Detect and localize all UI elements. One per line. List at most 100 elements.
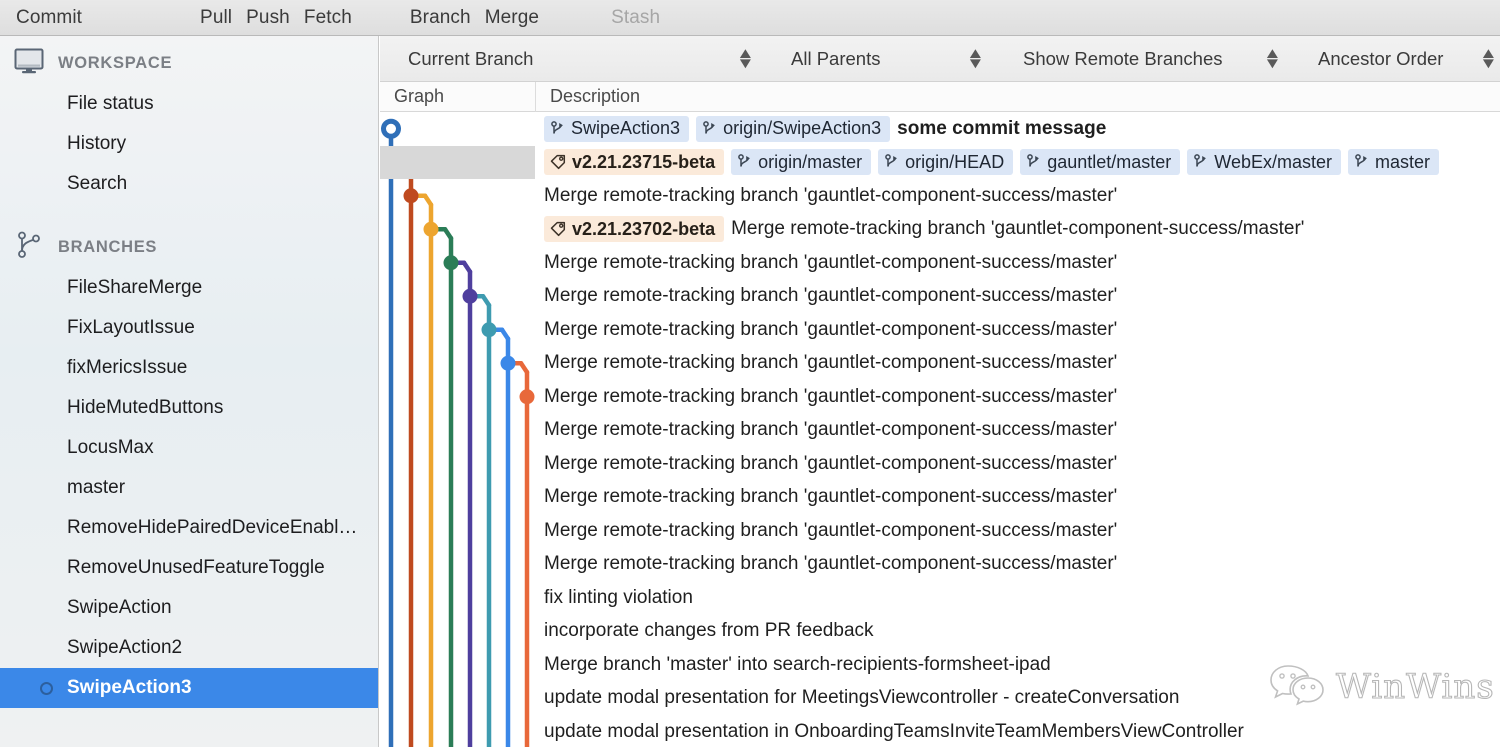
filter-show-remote-branches[interactable]: Show Remote Branches ▲ ▼ xyxy=(987,36,1284,82)
commit-message: Merge remote-tracking branch 'gauntlet-c… xyxy=(544,285,1118,307)
toolbar-fetch[interactable]: Fetch xyxy=(304,7,352,29)
commit-graph-cell xyxy=(380,615,535,649)
commit-graph-cell xyxy=(380,447,535,481)
commit-description-cell: Merge remote-tracking branch 'gauntlet-c… xyxy=(535,514,1500,548)
commit-description-cell: fix linting violation xyxy=(535,581,1500,615)
chevron-updown-icon[interactable]: ▲ ▼ xyxy=(1263,46,1282,71)
commit-message: update modal presentation in OnboardingT… xyxy=(544,720,1244,742)
toolbar-merge[interactable]: Merge xyxy=(485,7,539,29)
chevron-updown-icon[interactable]: ▲ ▼ xyxy=(736,46,755,71)
sidebar-item-remove-hide-paired-device-enable[interactable]: RemoveHidePairedDeviceEnabl… xyxy=(0,508,378,548)
commit-row[interactable]: Merge remote-tracking branch 'gauntlet-c… xyxy=(380,414,1500,448)
sidebar-item-master[interactable]: master xyxy=(0,468,378,508)
commit-graph-cell xyxy=(380,313,535,347)
branch-chip[interactable]: origin/SwipeAction3 xyxy=(696,115,891,142)
commit-row[interactable]: Merge remote-tracking branch 'gauntlet-c… xyxy=(380,313,1500,347)
chevron-updown-icon[interactable]: ▲ ▼ xyxy=(966,46,985,71)
commit-list[interactable]: SwipeAction3 origin/SwipeAction3 some comm… xyxy=(380,112,1500,747)
commit-message: Merge remote-tracking branch 'gauntlet-c… xyxy=(544,553,1118,575)
commit-graph-cell xyxy=(380,581,535,615)
commit-message: Merge remote-tracking branch 'gauntlet-c… xyxy=(544,385,1118,407)
column-header-description[interactable]: Description xyxy=(535,81,1500,112)
commit-row[interactable]: Merge remote-tracking branch 'gauntlet-c… xyxy=(380,280,1500,314)
commit-graph-cell xyxy=(380,246,535,280)
commit-description-cell: Merge remote-tracking branch 'gauntlet-c… xyxy=(535,280,1500,314)
filter-label: All Parents xyxy=(791,47,881,69)
tag-chip[interactable]: v2.21.23702-beta xyxy=(544,216,725,243)
sidebar-item-swipe-action[interactable]: SwipeAction xyxy=(0,588,378,628)
sidebar-item-history[interactable]: History xyxy=(0,124,378,164)
current-branch-dot-icon xyxy=(40,681,53,695)
commit-row[interactable]: Merge remote-tracking branch 'gauntlet-c… xyxy=(380,347,1500,381)
toolbar-push[interactable]: Push xyxy=(246,7,290,29)
commit-row[interactable]: Merge remote-tracking branch 'gauntlet-c… xyxy=(380,380,1500,414)
commit-description-cell: Merge remote-tracking branch 'gauntlet-c… xyxy=(535,481,1500,515)
branch-icon xyxy=(737,154,752,170)
chip-label: gauntlet/master xyxy=(1047,151,1172,172)
branch-icon xyxy=(1193,154,1208,170)
sidebar-item-fix-merics-issue[interactable]: fixMericsIssue xyxy=(0,348,378,388)
commit-description-cell: Merge remote-tracking branch 'gauntlet-c… xyxy=(535,246,1500,280)
filter-current-branch[interactable]: Current Branch ▲ ▼ xyxy=(380,36,757,82)
sidebar-item-fileshare-merge[interactable]: FileShareMerge xyxy=(0,268,378,308)
commit-description-cell: Merge branch 'master' into search-recipi… xyxy=(535,648,1500,682)
branch-chip[interactable]: SwipeAction3 xyxy=(544,115,690,142)
commit-row[interactable]: fix linting violation xyxy=(380,581,1500,615)
sidebar-item-swipe-action2[interactable]: SwipeAction2 xyxy=(0,628,378,668)
chevron-updown-icon[interactable]: ▲ ▼ xyxy=(1479,46,1498,71)
commit-row[interactable]: v2.21.23702-beta Merge remote-tracking br… xyxy=(380,213,1500,247)
sidebar-item-fix-layout-issue[interactable]: FixLayoutIssue xyxy=(0,308,378,348)
commit-message: Merge remote-tracking branch 'gauntlet-c… xyxy=(731,218,1305,240)
commit-row[interactable]: Merge remote-tracking branch 'gauntlet-c… xyxy=(380,447,1500,481)
branch-chip[interactable]: gauntlet/master xyxy=(1020,149,1181,176)
commit-message: Merge remote-tracking branch 'gauntlet-c… xyxy=(544,519,1118,541)
tag-chip[interactable]: v2.21.23715-beta xyxy=(544,149,725,176)
commit-graph-cell xyxy=(380,414,535,448)
commit-row[interactable]: incorporate changes from PR feedback xyxy=(380,615,1500,649)
commit-message: fix linting violation xyxy=(544,586,693,608)
commit-row[interactable]: Merge remote-tracking branch 'gauntlet-c… xyxy=(380,246,1500,280)
commit-row[interactable]: update modal presentation in OnboardingT… xyxy=(380,715,1500,747)
sidebar-item-hide-muted-buttons[interactable]: HideMutedButtons xyxy=(0,388,378,428)
commit-row[interactable]: Merge remote-tracking branch 'gauntlet-c… xyxy=(380,481,1500,515)
commit-row[interactable]: Merge branch 'master' into search-recipi… xyxy=(380,648,1500,682)
branch-chip[interactable]: origin/master xyxy=(731,149,872,176)
commit-row[interactable]: update modal presentation for MeetingsVi… xyxy=(380,682,1500,716)
commit-row[interactable]: Merge remote-tracking branch 'gauntlet-c… xyxy=(380,514,1500,548)
sidebar-item-file-status[interactable]: File status xyxy=(0,84,378,124)
sidebar-item-locus-max[interactable]: LocusMax xyxy=(0,428,378,468)
branch-icon xyxy=(550,120,565,137)
commit-row[interactable]: Merge remote-tracking branch 'gauntlet-c… xyxy=(380,548,1500,582)
commit-message: Merge remote-tracking branch 'gauntlet-c… xyxy=(544,486,1118,508)
commit-message: Merge remote-tracking branch 'gauntlet-c… xyxy=(544,184,1118,206)
history-pane: Current Branch ▲ ▼ All Parents ▲ ▼ Show Re… xyxy=(380,36,1500,747)
column-header-graph[interactable]: Graph xyxy=(380,82,535,112)
sidebar-item-remove-unused-feature-toggle[interactable]: RemoveUnusedFeatureToggle xyxy=(0,548,378,588)
filter-ancestor-order[interactable]: Ancestor Order ▲ ▼ xyxy=(1284,36,1500,82)
filter-label: Ancestor Order xyxy=(1318,47,1444,69)
chip-label: SwipeAction3 xyxy=(571,118,681,139)
commit-row[interactable]: v2.21.23715-beta origin/master origin/HEAD… xyxy=(380,145,1500,180)
sidebar: WORKSPACE File status History Search BRA… xyxy=(0,36,379,747)
column-header-row: Graph Description xyxy=(380,81,1500,112)
tag-icon xyxy=(550,154,566,170)
sidebar-item-swipe-action3[interactable]: SwipeAction3 xyxy=(0,668,378,708)
main-toolbar: Commit Pull Push Fetch Branch Merge Stas… xyxy=(0,0,1500,36)
commit-message: Merge remote-tracking branch 'gauntlet-c… xyxy=(544,452,1118,474)
toolbar-pull[interactable]: Pull xyxy=(200,7,232,29)
branch-chip[interactable]: origin/HEAD xyxy=(878,149,1014,176)
commit-message: Merge branch 'master' into search-recipi… xyxy=(544,653,1051,675)
branch-chip[interactable]: WebEx/master xyxy=(1187,149,1341,176)
commit-description-cell: Merge remote-tracking branch 'gauntlet-c… xyxy=(535,447,1500,481)
sidebar-item-search[interactable]: Search xyxy=(0,164,378,204)
filter-all-parents[interactable]: All Parents ▲ ▼ xyxy=(757,36,987,82)
toolbar-stash[interactable]: Stash xyxy=(611,7,660,29)
branch-chip[interactable]: master xyxy=(1347,149,1439,176)
commit-row[interactable]: Merge remote-tracking branch 'gauntlet-c… xyxy=(380,179,1500,213)
toolbar-branch[interactable]: Branch xyxy=(410,7,471,29)
commit-description-cell: v2.21.23715-beta origin/master origin/HEAD… xyxy=(535,146,1500,180)
commit-row[interactable]: SwipeAction3 origin/SwipeAction3 some comm… xyxy=(380,112,1500,146)
toolbar-commit[interactable]: Commit xyxy=(16,7,82,29)
filter-label: Show Remote Branches xyxy=(1023,47,1223,69)
filter-bar: Current Branch ▲ ▼ All Parents ▲ ▼ Show Re… xyxy=(380,36,1500,82)
